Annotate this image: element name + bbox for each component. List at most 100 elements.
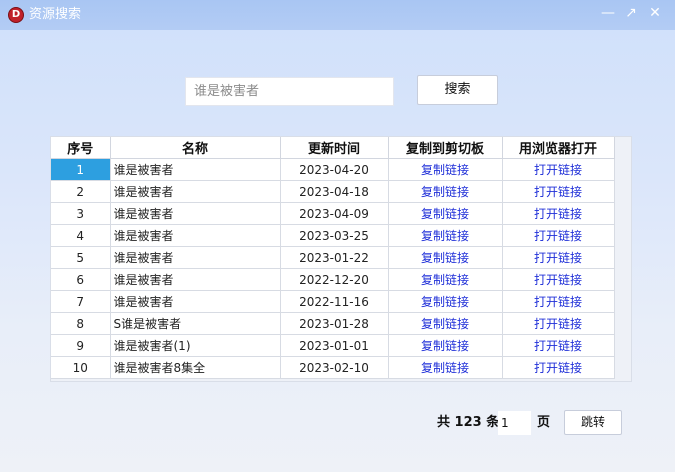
copy-link[interactable]: 复制链接 bbox=[421, 185, 469, 199]
page-number-input[interactable] bbox=[498, 411, 531, 435]
copy-link[interactable]: 复制链接 bbox=[421, 317, 469, 331]
row-name-cell[interactable]: 谁是被害者8集全 bbox=[110, 356, 281, 379]
row-date-cell[interactable]: 2022-12-20 bbox=[280, 268, 389, 291]
table-row[interactable]: 6 谁是被害者 2022-12-20 复制链接 打开链接 bbox=[51, 268, 615, 291]
row-name-cell[interactable]: 谁是被害者 bbox=[110, 202, 281, 225]
column-header-index[interactable]: 序号 bbox=[51, 137, 111, 159]
row-name-cell[interactable]: S谁是被害者 bbox=[110, 312, 281, 335]
copy-link[interactable]: 复制链接 bbox=[421, 207, 469, 221]
row-copy-cell: 复制链接 bbox=[388, 180, 503, 203]
open-link[interactable]: 打开链接 bbox=[534, 229, 582, 243]
copy-link[interactable]: 复制链接 bbox=[421, 229, 469, 243]
row-index-cell[interactable]: 5 bbox=[51, 246, 111, 269]
maximize-button[interactable]: ↗ bbox=[619, 2, 643, 24]
row-date-cell[interactable]: 2023-01-28 bbox=[280, 312, 389, 335]
open-link[interactable]: 打开链接 bbox=[534, 207, 582, 221]
main-window: D 资源搜索 — ↗ ✕ 搜索 序号 名称 更新时间 复制到剪切板 用浏览器打开 bbox=[0, 0, 675, 472]
row-index-cell[interactable]: 2 bbox=[51, 180, 111, 203]
row-name-cell[interactable]: 谁是被害者 bbox=[110, 246, 281, 269]
row-date-cell[interactable]: 2023-01-01 bbox=[280, 334, 389, 357]
table-row[interactable]: 9 谁是被害者(1) 2023-01-01 复制链接 打开链接 bbox=[51, 334, 615, 357]
copy-link[interactable]: 复制链接 bbox=[421, 361, 469, 375]
row-index-cell[interactable]: 1 bbox=[51, 158, 111, 181]
search-button[interactable]: 搜索 bbox=[417, 75, 498, 105]
row-name-cell[interactable]: 谁是被害者(1) bbox=[110, 334, 281, 357]
row-open-cell: 打开链接 bbox=[502, 180, 615, 203]
row-index-cell[interactable]: 10 bbox=[51, 356, 111, 379]
table-header-row: 序号 名称 更新时间 复制到剪切板 用浏览器打开 bbox=[51, 137, 615, 159]
open-link[interactable]: 打开链接 bbox=[534, 339, 582, 353]
row-open-cell: 打开链接 bbox=[502, 268, 615, 291]
row-name-cell[interactable]: 谁是被害者 bbox=[110, 158, 281, 181]
open-link[interactable]: 打开链接 bbox=[534, 163, 582, 177]
column-header-copy[interactable]: 复制到剪切板 bbox=[388, 137, 503, 159]
results-grid: 序号 名称 更新时间 复制到剪切板 用浏览器打开 1 谁是被害者 2023-04… bbox=[50, 136, 632, 382]
open-link[interactable]: 打开链接 bbox=[534, 273, 582, 287]
row-copy-cell: 复制链接 bbox=[388, 334, 503, 357]
copy-link[interactable]: 复制链接 bbox=[421, 273, 469, 287]
row-copy-cell: 复制链接 bbox=[388, 202, 503, 225]
table-row[interactable]: 2 谁是被害者 2023-04-18 复制链接 打开链接 bbox=[51, 180, 615, 203]
minimize-button[interactable]: — bbox=[596, 2, 620, 24]
row-name-cell[interactable]: 谁是被害者 bbox=[110, 180, 281, 203]
row-copy-cell: 复制链接 bbox=[388, 224, 503, 247]
row-date-cell[interactable]: 2023-04-20 bbox=[280, 158, 389, 181]
row-open-cell: 打开链接 bbox=[502, 290, 615, 313]
open-link[interactable]: 打开链接 bbox=[534, 185, 582, 199]
row-copy-cell: 复制链接 bbox=[388, 158, 503, 181]
column-header-name[interactable]: 名称 bbox=[110, 137, 281, 159]
row-index-cell[interactable]: 3 bbox=[51, 202, 111, 225]
row-date-cell[interactable]: 2022-11-16 bbox=[280, 290, 389, 313]
row-name-cell[interactable]: 谁是被害者 bbox=[110, 268, 281, 291]
row-open-cell: 打开链接 bbox=[502, 356, 615, 379]
table-row[interactable]: 10 谁是被害者8集全 2023-02-10 复制链接 打开链接 bbox=[51, 356, 615, 379]
total-count-label: 共 123 条 bbox=[437, 415, 500, 430]
column-header-date[interactable]: 更新时间 bbox=[280, 137, 389, 159]
row-copy-cell: 复制链接 bbox=[388, 268, 503, 291]
table-row[interactable]: 7 谁是被害者 2022-11-16 复制链接 打开链接 bbox=[51, 290, 615, 313]
row-index-cell[interactable]: 4 bbox=[51, 224, 111, 247]
row-open-cell: 打开链接 bbox=[502, 158, 615, 181]
row-index-cell[interactable]: 9 bbox=[51, 334, 111, 357]
row-open-cell: 打开链接 bbox=[502, 334, 615, 357]
copy-link[interactable]: 复制链接 bbox=[421, 163, 469, 177]
row-index-cell[interactable]: 7 bbox=[51, 290, 111, 313]
row-date-cell[interactable]: 2023-04-18 bbox=[280, 180, 389, 203]
row-copy-cell: 复制链接 bbox=[388, 246, 503, 269]
copy-link[interactable]: 复制链接 bbox=[421, 295, 469, 309]
jump-button[interactable]: 跳转 bbox=[564, 410, 622, 435]
app-logo-icon: D bbox=[8, 7, 24, 23]
copy-link[interactable]: 复制链接 bbox=[421, 339, 469, 353]
title-bar[interactable]: D 资源搜索 — ↗ ✕ bbox=[0, 0, 675, 30]
open-link[interactable]: 打开链接 bbox=[534, 295, 582, 309]
row-date-cell[interactable]: 2023-02-10 bbox=[280, 356, 389, 379]
row-copy-cell: 复制链接 bbox=[388, 312, 503, 335]
page-suffix-label: 页 bbox=[537, 415, 551, 430]
search-input[interactable] bbox=[185, 77, 394, 106]
open-link[interactable]: 打开链接 bbox=[534, 361, 582, 375]
row-copy-cell: 复制链接 bbox=[388, 356, 503, 379]
row-name-cell[interactable]: 谁是被害者 bbox=[110, 224, 281, 247]
row-index-cell[interactable]: 6 bbox=[51, 268, 111, 291]
row-name-cell[interactable]: 谁是被害者 bbox=[110, 290, 281, 313]
row-open-cell: 打开链接 bbox=[502, 202, 615, 225]
open-link[interactable]: 打开链接 bbox=[534, 317, 582, 331]
table-row[interactable]: 1 谁是被害者 2023-04-20 复制链接 打开链接 bbox=[51, 158, 615, 181]
open-link[interactable]: 打开链接 bbox=[534, 251, 582, 265]
row-date-cell[interactable]: 2023-01-22 bbox=[280, 246, 389, 269]
close-button[interactable]: ✕ bbox=[643, 2, 667, 24]
table-row[interactable]: 4 谁是被害者 2023-03-25 复制链接 打开链接 bbox=[51, 224, 615, 247]
table-row[interactable]: 5 谁是被害者 2023-01-22 复制链接 打开链接 bbox=[51, 246, 615, 269]
table-row[interactable]: 3 谁是被害者 2023-04-09 复制链接 打开链接 bbox=[51, 202, 615, 225]
results-table: 序号 名称 更新时间 复制到剪切板 用浏览器打开 1 谁是被害者 2023-04… bbox=[51, 137, 615, 379]
row-date-cell[interactable]: 2023-04-09 bbox=[280, 202, 389, 225]
row-copy-cell: 复制链接 bbox=[388, 290, 503, 313]
row-open-cell: 打开链接 bbox=[502, 246, 615, 269]
row-index-cell[interactable]: 8 bbox=[51, 312, 111, 335]
row-date-cell[interactable]: 2023-03-25 bbox=[280, 224, 389, 247]
column-header-open[interactable]: 用浏览器打开 bbox=[502, 137, 615, 159]
row-open-cell: 打开链接 bbox=[502, 224, 615, 247]
row-open-cell: 打开链接 bbox=[502, 312, 615, 335]
table-row[interactable]: 8 S谁是被害者 2023-01-28 复制链接 打开链接 bbox=[51, 312, 615, 335]
copy-link[interactable]: 复制链接 bbox=[421, 251, 469, 265]
